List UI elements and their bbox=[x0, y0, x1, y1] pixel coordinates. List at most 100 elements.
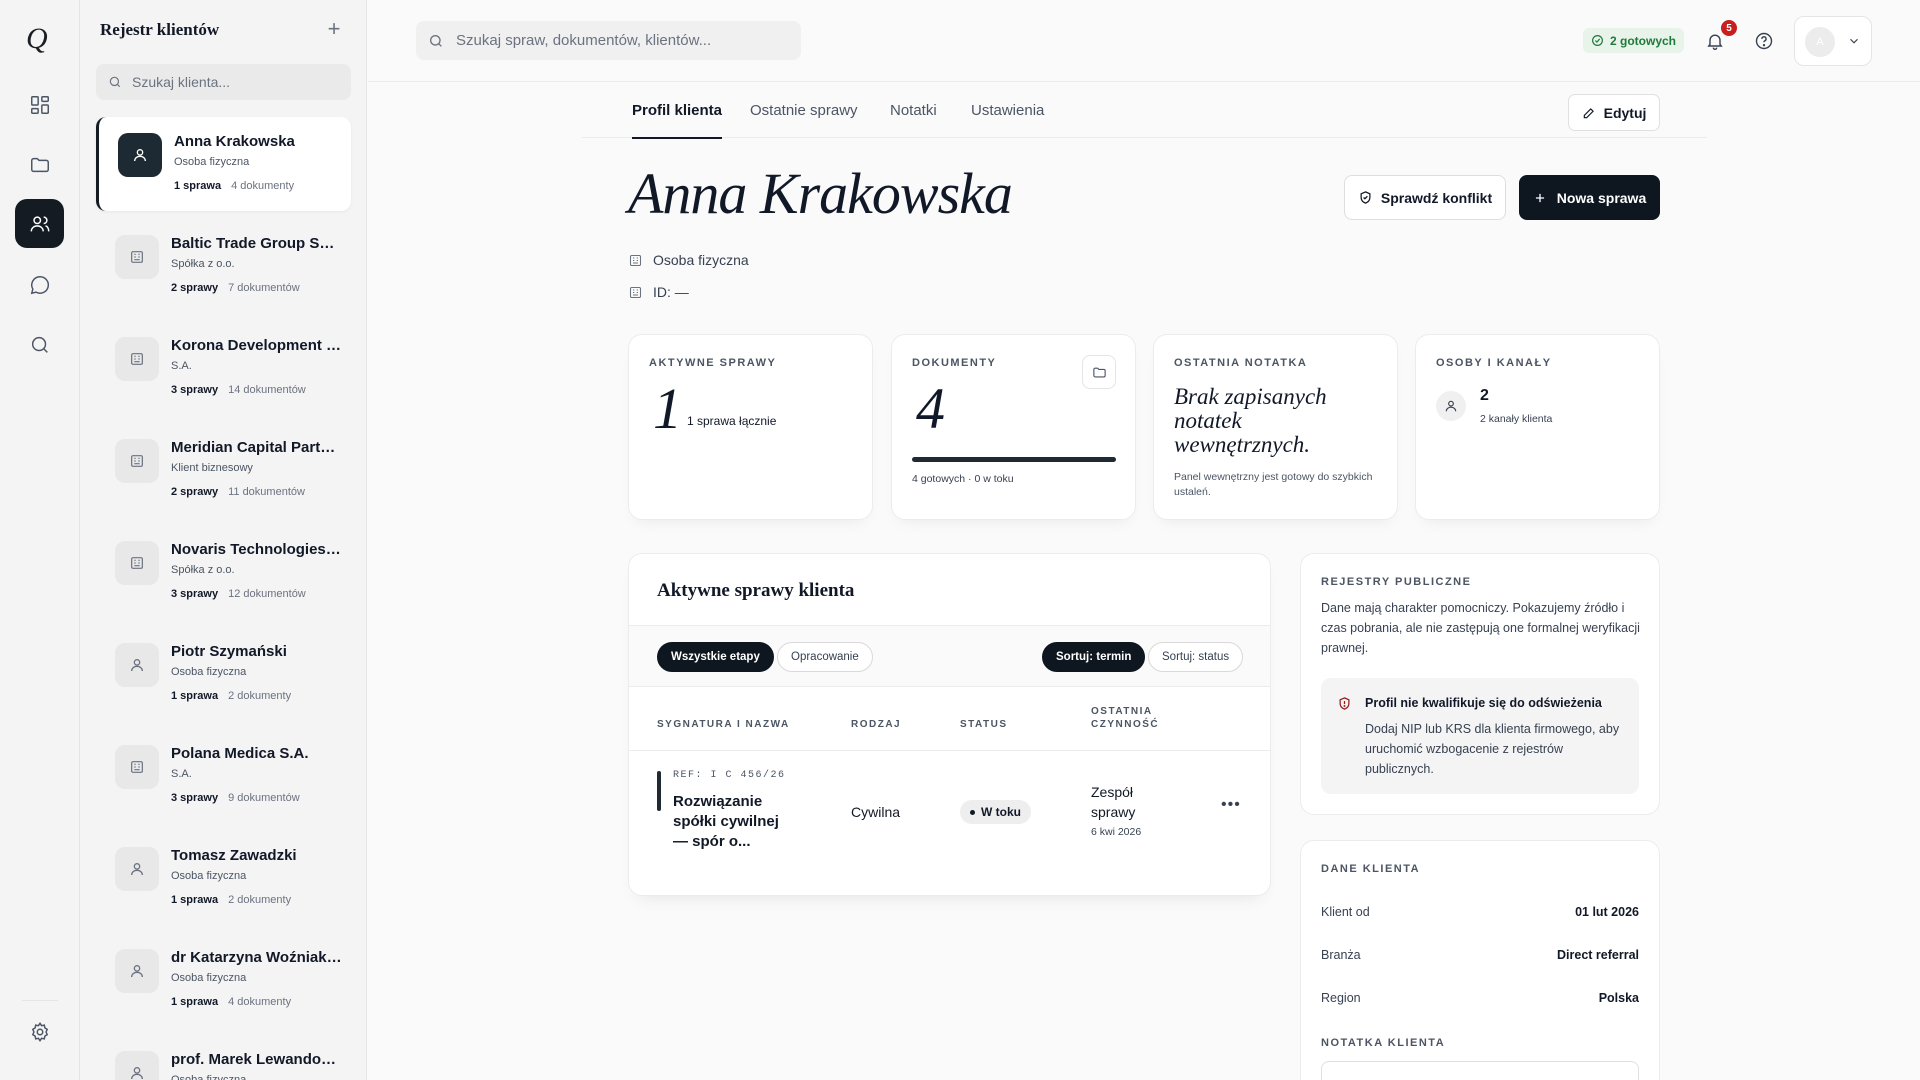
column-signature[interactable]: SYGNATURA I NAZWA bbox=[657, 718, 790, 731]
region-row: Region Polska bbox=[1321, 991, 1639, 1005]
global-search-input[interactable] bbox=[456, 32, 786, 49]
client-search[interactable] bbox=[96, 64, 351, 100]
client-type: S.A. bbox=[171, 768, 192, 780]
list-item[interactable]: prof. Marek Lewandowski Osoba fizyczna bbox=[96, 1035, 351, 1080]
last-note-text: Brak zapisanych notatek wewnętrznych. bbox=[1174, 384, 1327, 457]
client-meta: 3 sprawy 12 dokumentów bbox=[171, 588, 306, 600]
user-icon bbox=[115, 643, 159, 687]
list-item[interactable]: Anna Krakowska Osoba fizyczna 1 sprawa 4 do… bbox=[96, 117, 351, 211]
client-type: Osoba fizyczna bbox=[171, 1074, 247, 1080]
case-kind: Cywilna bbox=[851, 804, 901, 820]
documents-card[interactable]: DOKUMENTY 4 4 gotowych · 0 w toku bbox=[891, 334, 1136, 520]
folder-icon[interactable] bbox=[1082, 355, 1116, 389]
column-last-activity[interactable]: OSTATNIA CZYNNOŚĆ bbox=[1091, 705, 1159, 731]
list-item[interactable]: Novaris Technologies Sp. z o.o. Spółka z … bbox=[96, 525, 351, 619]
sort-status-button[interactable]: Sortuj: status bbox=[1148, 642, 1244, 672]
chevron-down-icon bbox=[1847, 34, 1861, 53]
column-kind[interactable]: RODZAJ bbox=[851, 718, 901, 731]
add-client-button[interactable]: + bbox=[323, 18, 345, 40]
global-search[interactable] bbox=[416, 21, 801, 60]
user-icon bbox=[115, 847, 159, 891]
public-registries-card: REJESTRY PUBLICZNE Dane mają charakter p… bbox=[1300, 553, 1660, 815]
client-case-count: 2 sprawy bbox=[171, 282, 219, 294]
people-channels-card[interactable]: OSOBY I KANAŁY 2 2 kanały klienta bbox=[1415, 334, 1660, 520]
client-type: S.A. bbox=[171, 360, 192, 372]
profile-tabs: Profil klienta Ostatnie sprawy Notatki U… bbox=[582, 82, 1707, 139]
list-item[interactable]: Piotr Szymański Osoba fizyczna 1 sprawa 2 d… bbox=[96, 627, 351, 721]
active-cases-panel: Aktywne sprawy klienta Wszystkie etapy O… bbox=[628, 553, 1271, 896]
client-type: Spółka z o.o. bbox=[171, 258, 235, 270]
edit-button[interactable]: Edytuj bbox=[1568, 94, 1660, 131]
list-item[interactable]: Korona Development S.A. S.A. 3 sprawy 14 do… bbox=[96, 321, 351, 415]
tab-notes[interactable]: Notatki bbox=[890, 102, 937, 137]
list-item[interactable]: Polana Medica S.A. S.A. 3 sprawy 9 dokument… bbox=[96, 729, 351, 823]
tab-settings[interactable]: Ustawienia bbox=[971, 102, 1044, 137]
client-name: Baltic Trade Group Sp. z o.o. bbox=[171, 235, 343, 252]
app-logo[interactable]: Q bbox=[26, 22, 48, 56]
user-icon bbox=[115, 1051, 159, 1080]
case-reference: REF: I C 456/26 bbox=[673, 770, 786, 781]
client-meta: 1 sprawa 2 dokumenty bbox=[171, 894, 291, 906]
notifications-count: 5 bbox=[1719, 18, 1739, 38]
client-search-input[interactable] bbox=[132, 74, 332, 90]
industry-key: Branża bbox=[1321, 948, 1361, 962]
client-type: Osoba fizyczna bbox=[171, 870, 247, 882]
public-registries-description: Dane mają charakter pomocniczy. Pokazuje… bbox=[1321, 601, 1640, 655]
ready-documents-badge[interactable]: 2 gotowych bbox=[1583, 28, 1685, 53]
check-conflict-button[interactable]: Sprawdź konflikt bbox=[1344, 175, 1506, 220]
building-icon bbox=[115, 439, 159, 483]
client-data-card: DANE KLIENTA Klient od 01 lut 2026 Branż… bbox=[1300, 840, 1660, 1080]
user-menu[interactable]: A bbox=[1794, 16, 1872, 66]
client-note-field[interactable] bbox=[1321, 1061, 1639, 1080]
clients-icon[interactable] bbox=[15, 199, 64, 248]
client-document-count: 2 dokumenty bbox=[228, 690, 292, 702]
search-icon bbox=[109, 76, 121, 88]
new-case-button[interactable]: Nowa sprawa bbox=[1519, 175, 1660, 220]
list-item[interactable]: Tomasz Zawadzki Osoba fizyczna 1 sprawa 2 d… bbox=[96, 831, 351, 925]
tab-recent-cases[interactable]: Ostatnie sprawy bbox=[750, 102, 858, 137]
list-item[interactable]: Baltic Trade Group Sp. z o.o. Spółka z o.… bbox=[96, 219, 351, 313]
active-cases-card[interactable]: AKTYWNE SPRAWY 1 1 sprawa łącznie bbox=[628, 334, 873, 520]
registry-alert: Profil nie kwalifikuje się do odświeżeni… bbox=[1321, 678, 1639, 794]
client-since-key: Klient od bbox=[1321, 905, 1370, 919]
industry-value: Direct referral bbox=[1557, 948, 1639, 962]
clients-panel-title: Rejestr klientów bbox=[100, 20, 220, 39]
case-name[interactable]: Rozwiązanie spółki cywilnej — spór o... bbox=[673, 792, 798, 852]
sort-term-button[interactable]: Sortuj: termin bbox=[1042, 642, 1146, 672]
filter-all-stages[interactable]: Wszystkie etapy bbox=[657, 642, 774, 672]
client-name: dr Katarzyna Woźniak-Nowak bbox=[171, 949, 343, 966]
people-channels-label: OSOBY I KANAŁY bbox=[1436, 357, 1552, 369]
filter-drafting[interactable]: Opracowanie bbox=[777, 642, 873, 672]
client-since-value: 01 lut 2026 bbox=[1575, 905, 1639, 919]
dashboard-icon[interactable] bbox=[15, 80, 64, 129]
table-header-divider bbox=[629, 750, 1270, 751]
client-meta: 1 sprawa 4 dokumenty bbox=[171, 996, 291, 1008]
registry-alert-title: Profil nie kwalifikuje się do odświeżeni… bbox=[1365, 696, 1602, 710]
user-icon bbox=[1436, 391, 1466, 421]
messages-icon[interactable] bbox=[15, 260, 64, 309]
column-status[interactable]: STATUS bbox=[960, 718, 1008, 731]
folder-icon[interactable] bbox=[15, 140, 64, 189]
check-circle-icon bbox=[1592, 35, 1603, 46]
building-icon bbox=[115, 745, 159, 789]
client-case-count: 2 sprawy bbox=[171, 486, 219, 498]
more-options-icon[interactable]: ••• bbox=[1221, 796, 1241, 814]
active-cases-title: Aktywne sprawy klienta bbox=[657, 580, 855, 601]
client-document-count: 11 dokumentów bbox=[228, 486, 305, 498]
list-item[interactable]: Meridian Capital Partners Klient biznesow… bbox=[96, 423, 351, 517]
settings-icon[interactable] bbox=[15, 1007, 64, 1056]
case-activity-date: 6 kwi 2026 bbox=[1091, 826, 1142, 838]
client-meta: 2 sprawy 11 dokumentów bbox=[171, 486, 305, 498]
search-icon[interactable] bbox=[15, 320, 64, 369]
nav-rail: Q bbox=[0, 0, 80, 1080]
user-icon bbox=[118, 133, 162, 177]
last-note-card[interactable]: OSTATNIA NOTATKA Brak zapisanych notatek… bbox=[1153, 334, 1398, 520]
client-type: Spółka z o.o. bbox=[171, 564, 235, 576]
documents-value: 4 bbox=[916, 376, 945, 441]
documents-progress-fill bbox=[912, 457, 1116, 462]
client-meta: 3 sprawy 14 dokumentów bbox=[171, 384, 306, 396]
client-name: Korona Development S.A. bbox=[171, 337, 343, 354]
help-icon[interactable] bbox=[1751, 28, 1777, 54]
tab-profile[interactable]: Profil klienta bbox=[632, 102, 723, 139]
list-item[interactable]: dr Katarzyna Woźniak-Nowak Osoba fizyczna… bbox=[96, 933, 351, 1027]
